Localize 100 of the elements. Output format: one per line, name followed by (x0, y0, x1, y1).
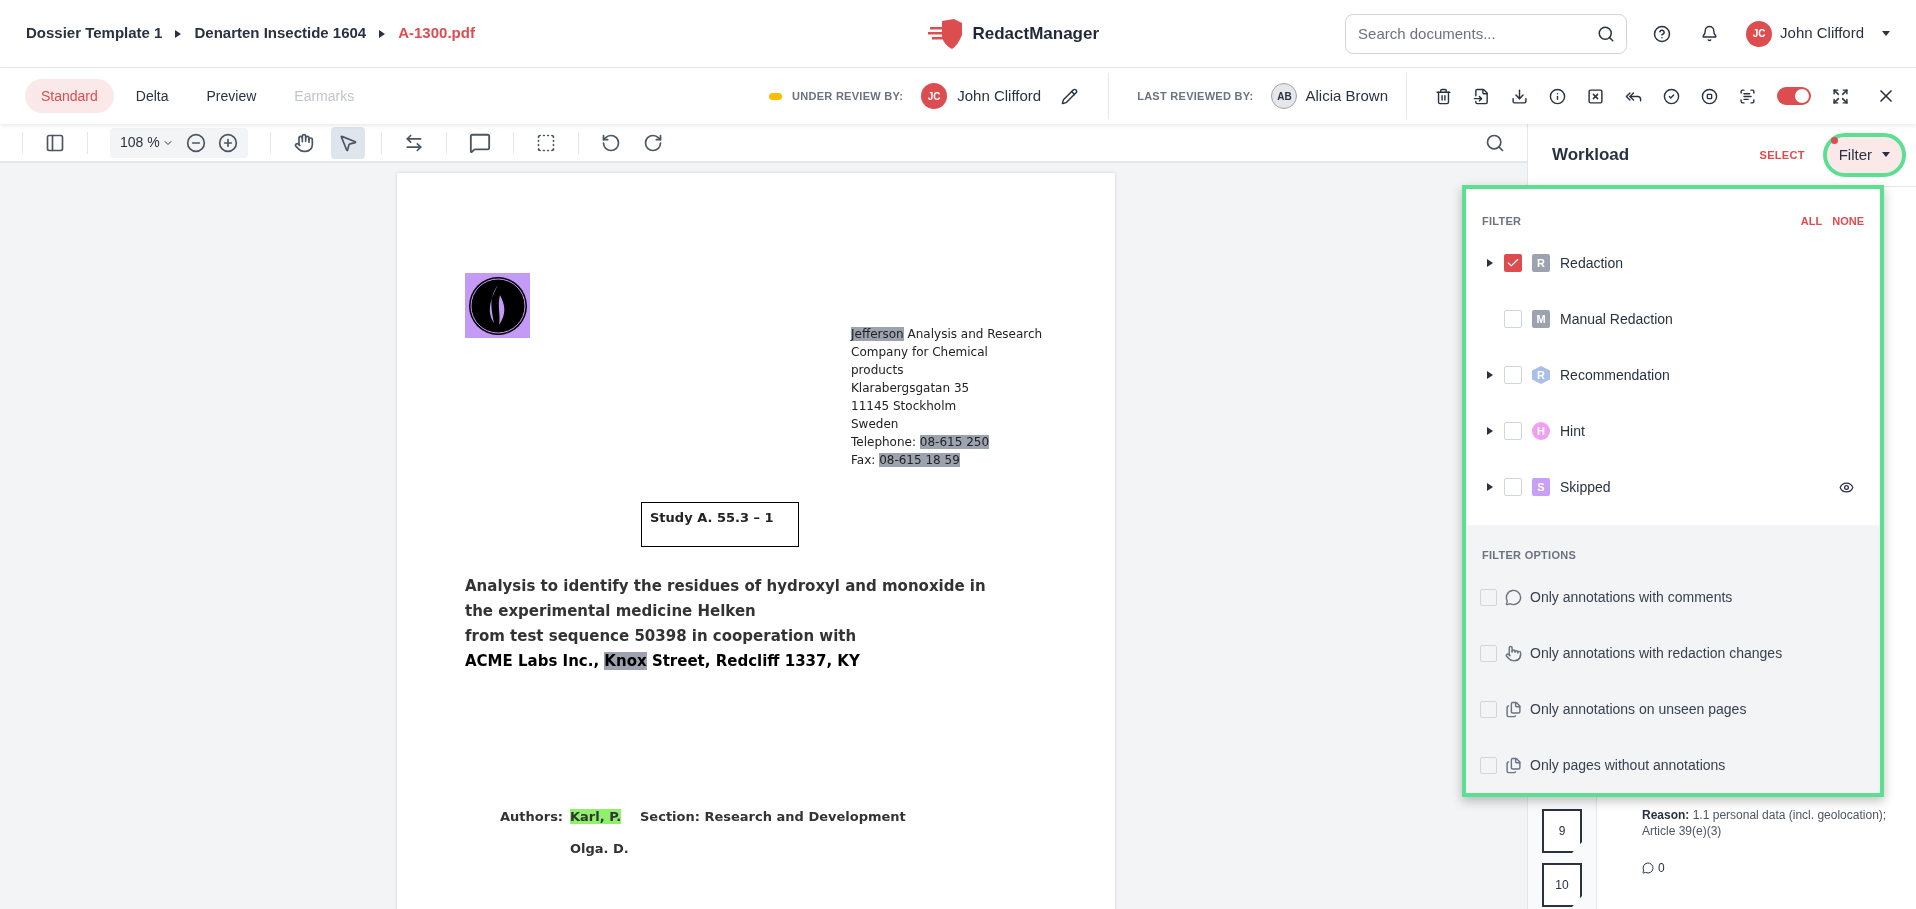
hand-pointer-icon (1505, 644, 1522, 662)
filter-item[interactable]: R Redaction (1466, 235, 1880, 291)
section-label: Section: Research and Development (640, 808, 906, 826)
document-title-line: Analysis to identify the residues of hydroxyl and monoxide in (465, 576, 987, 597)
type-badge: H (1532, 422, 1550, 440)
select-button[interactable]: SELECT (1759, 146, 1805, 164)
breadcrumb-link[interactable]: Denarten Insectide 1604 (194, 22, 367, 45)
view-tab[interactable]: Delta (119, 79, 185, 113)
page-thumbnail[interactable]: 9 (1542, 809, 1582, 853)
filter-item-label: Recommendation (1560, 365, 1671, 385)
area-select-icon[interactable] (535, 132, 556, 153)
filter-item-label: Hint (1560, 421, 1586, 441)
user-menu[interactable]: JC John Clifford (1746, 20, 1890, 47)
filter-option[interactable]: Only annotations with redaction changes (1466, 625, 1880, 681)
address-line: Klarabergsgatan 35 (851, 380, 971, 397)
checkbox[interactable] (1480, 756, 1497, 774)
delete-icon[interactable] (1435, 87, 1452, 105)
document-title-line: from test sequence 50398 in cooperation with (465, 626, 858, 647)
breadcrumb-link[interactable]: A-1300.pdf (398, 22, 475, 45)
document-title-line: the experimental medicine Helken (465, 601, 757, 622)
filter-option[interactable]: Only annotations with comments (1466, 569, 1880, 625)
edit-icon[interactable] (1061, 87, 1079, 105)
checkmark-icon (1506, 256, 1520, 270)
filter-options-heading: FILTER OPTIONS (1482, 547, 1577, 563)
author-name: Karl, P. (570, 808, 622, 826)
pages-icon (1505, 756, 1522, 774)
search-icon[interactable] (1597, 24, 1616, 43)
checkbox[interactable] (1504, 310, 1522, 328)
breadcrumb-caret-icon (378, 29, 387, 38)
file-import-icon[interactable] (1473, 87, 1490, 105)
toggle-switch[interactable] (1777, 87, 1811, 105)
checkbox[interactable] (1480, 644, 1497, 662)
page-thumbnail[interactable]: 10 (1542, 863, 1582, 907)
checkbox[interactable] (1504, 366, 1522, 384)
type-badge: S (1532, 478, 1550, 496)
expand-caret-icon (1486, 483, 1494, 491)
type-badge: R (1532, 254, 1550, 272)
filter-action-link[interactable]: ALL (1800, 212, 1823, 229)
last-reviewed-label: LAST REVIEWED BY: (1137, 88, 1254, 104)
zoom-select[interactable]: 108 % (120, 132, 174, 153)
reviewer-avatar: AB (1271, 83, 1298, 109)
checkbox[interactable] (1480, 588, 1497, 606)
pages-icon (1505, 700, 1522, 718)
notification-bell-icon[interactable] (1701, 25, 1719, 42)
breadcrumb-link[interactable]: Dossier Template 1 (26, 22, 163, 45)
checkbox[interactable] (1504, 254, 1522, 272)
address-line: products (851, 362, 905, 379)
expand-caret-icon (1486, 259, 1494, 267)
comment-view-icon[interactable] (468, 131, 491, 154)
scan-text-icon[interactable] (1739, 87, 1756, 105)
sidebar-toggle-icon[interactable] (45, 132, 65, 153)
circle-stop-icon[interactable] (1701, 87, 1718, 105)
filter-item[interactable]: R Recommendation (1466, 347, 1880, 403)
search-field[interactable]: Search documents... (1345, 13, 1628, 54)
fullscreen-icon[interactable] (1832, 87, 1849, 105)
filter-item-label: Manual Redaction (1560, 309, 1674, 329)
workload-title: Workload (1552, 144, 1631, 167)
user-avatar: JC (1746, 20, 1773, 47)
reviewer-name: Alicia Brown (1305, 85, 1388, 106)
hand-icon (293, 132, 314, 153)
filter-heading: FILTER (1482, 213, 1523, 229)
checkbox[interactable] (1480, 700, 1497, 718)
view-tab[interactable]: Standard (25, 79, 114, 113)
filter-item-label: Skipped (1560, 477, 1612, 497)
rotate-left-icon[interactable] (600, 132, 621, 153)
square-x-icon[interactable] (1587, 87, 1604, 105)
search-icon[interactable] (1485, 132, 1505, 153)
info-icon[interactable] (1549, 87, 1566, 105)
visibility-icon[interactable] (1839, 479, 1854, 495)
filter-option-label: Only annotations on unseen pages (1530, 699, 1747, 719)
annotation-reason: Reason: 1.1 personal data (incl. geolocation); Article 39(e)(3) (1642, 807, 1888, 839)
circle-check-icon[interactable] (1663, 87, 1680, 105)
address-line: Telephone: 08-615 250 (851, 434, 991, 451)
address-line: Company for Chemical (851, 344, 989, 361)
checkbox[interactable] (1504, 422, 1522, 440)
download-icon[interactable] (1511, 87, 1528, 105)
document-title-line: ACME Labs Inc., Knox Street, Redcliff 1337, KY (465, 651, 861, 672)
filter-option-label: Only pages without annotations (1530, 755, 1726, 775)
type-badge: M (1532, 310, 1550, 328)
address-line: Fax: 08-615 18 59 (851, 452, 961, 469)
address-line: Sweden (851, 416, 900, 433)
help-icon[interactable] (1653, 24, 1672, 43)
filter-action-link[interactable]: NONE (1832, 212, 1864, 229)
checkbox[interactable] (1504, 478, 1522, 496)
pointer-tool-button[interactable] (330, 126, 365, 159)
filter-item[interactable]: H Hint (1466, 403, 1880, 459)
filter-option[interactable]: Only pages without annotations (1466, 737, 1880, 793)
filter-item[interactable]: S Skipped (1466, 459, 1880, 515)
rotate-right-icon[interactable] (642, 132, 663, 153)
reviewer-name: John Clifford (957, 85, 1042, 106)
shield-logo-icon (928, 18, 965, 49)
filter-option[interactable]: Only annotations on unseen pages (1466, 681, 1880, 737)
zoom-out-icon[interactable] (185, 132, 206, 153)
study-title: Study A. 55.3 – 1 (650, 509, 774, 527)
dropdown-caret-icon (1882, 152, 1890, 158)
view-tab[interactable]: Preview (190, 79, 273, 113)
address-line: 11145 Stockholm (851, 398, 958, 415)
zoom-in-icon[interactable] (217, 132, 238, 153)
breadcrumb-caret-icon (174, 29, 183, 38)
filter-item[interactable]: M Manual Redaction (1466, 291, 1880, 347)
